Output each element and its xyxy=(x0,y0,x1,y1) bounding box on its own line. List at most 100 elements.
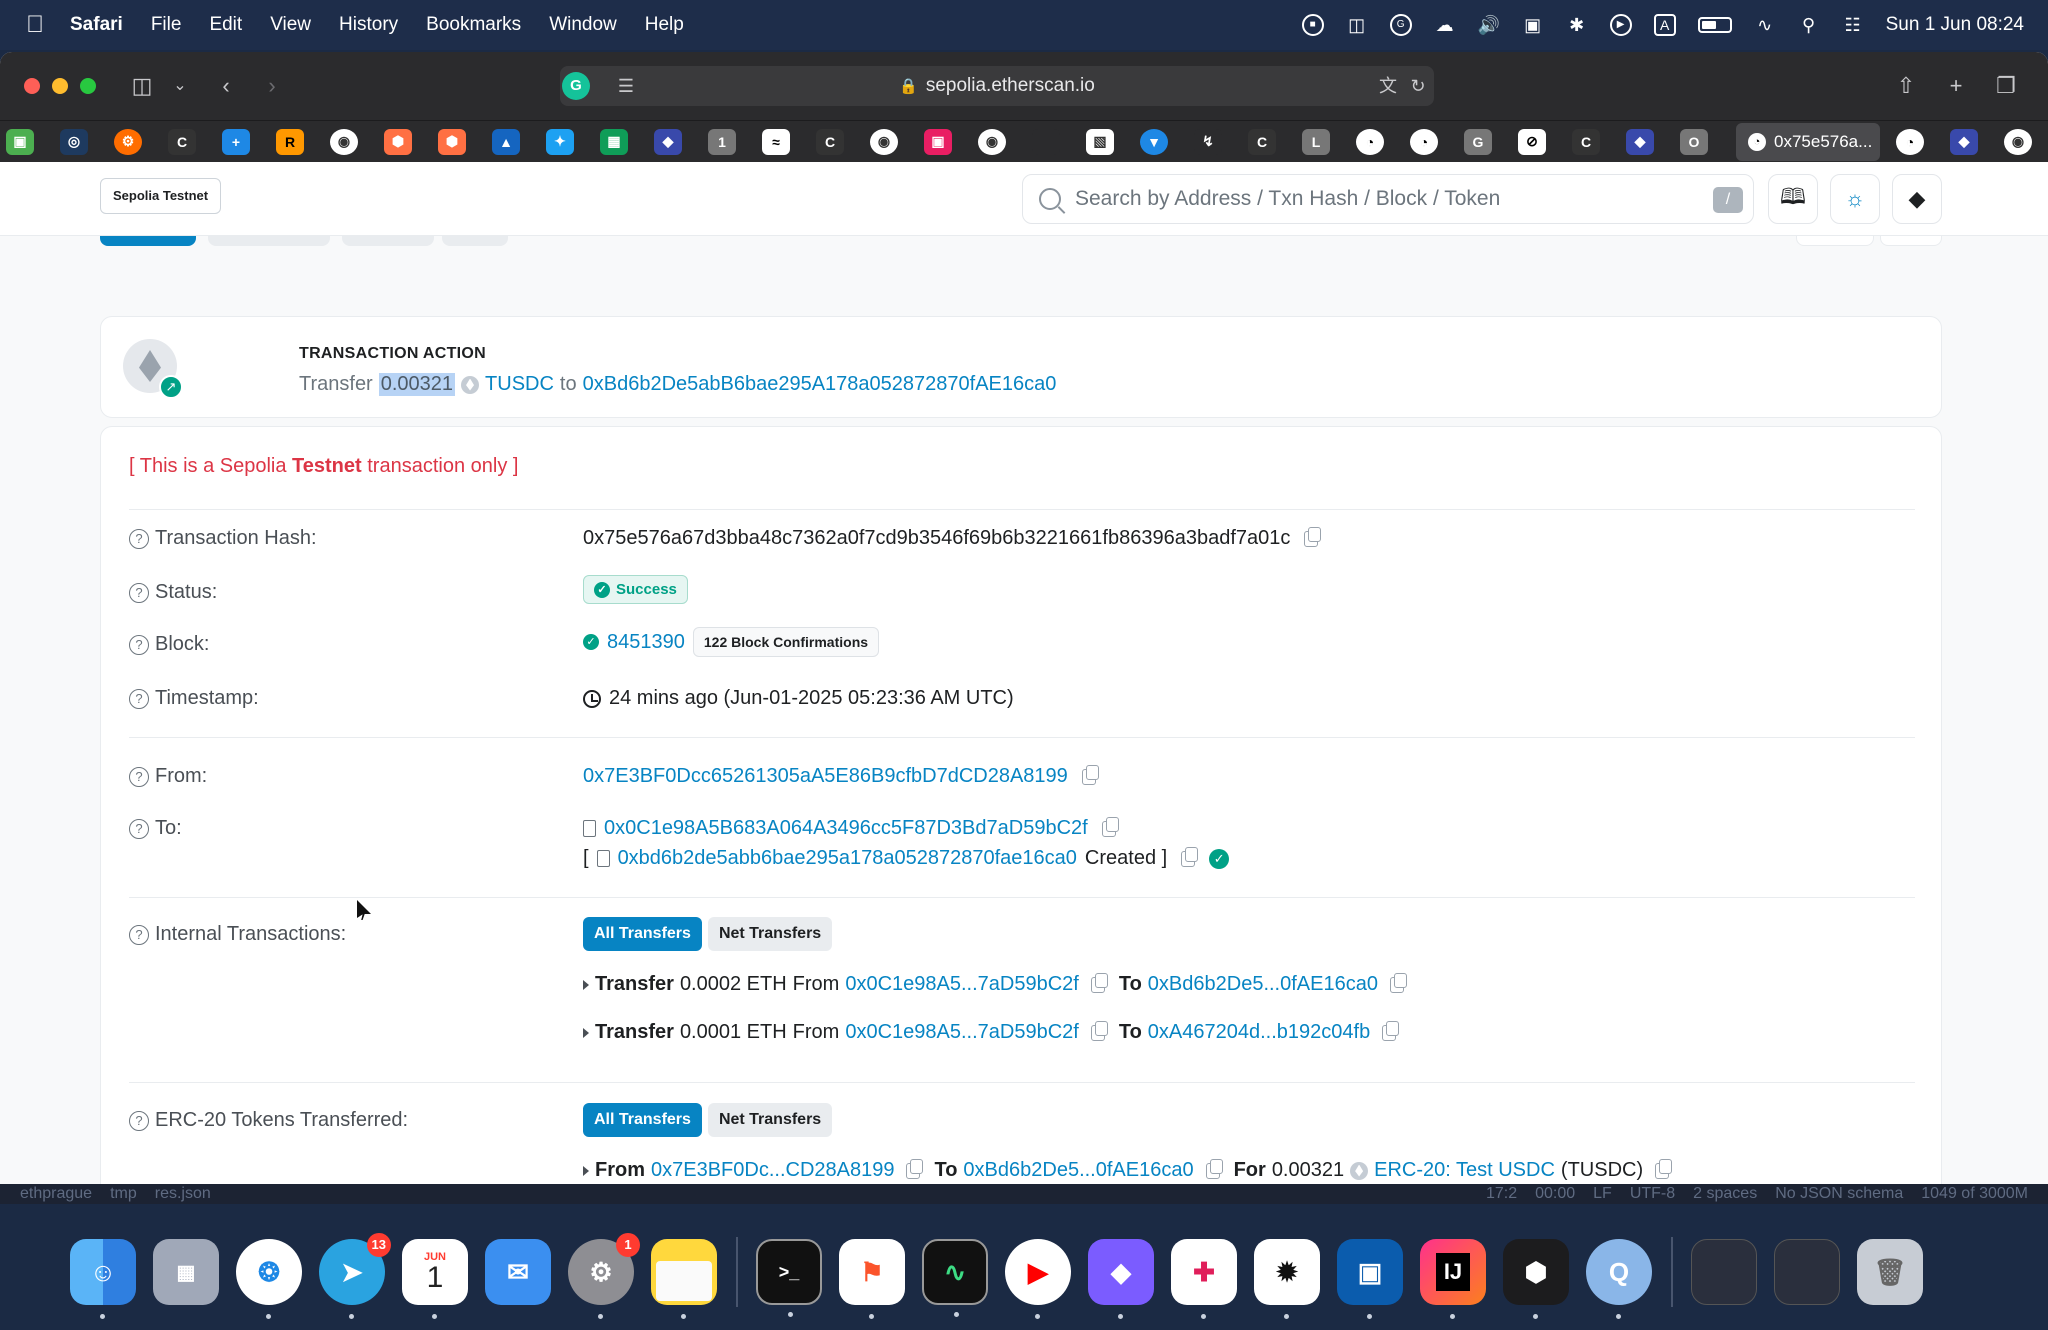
twitter-tab-icon[interactable]: ✦ xyxy=(546,128,574,155)
share-icon[interactable]: ⇧ xyxy=(1890,70,1922,102)
favorite-tab-26-icon[interactable]: ◔ xyxy=(1356,128,1384,155)
address-bar[interactable]: 🔒 sepolia.etherscan.io xyxy=(560,66,1434,106)
wifi-icon[interactable]: ∿ xyxy=(1754,14,1776,36)
favorite-tab-13-icon[interactable]: ◆ xyxy=(654,128,682,155)
car-icon[interactable]: ▣ xyxy=(1522,14,1544,36)
favorite-tab-21-icon[interactable]: ▧ xyxy=(1086,128,1114,155)
favorite-tab-18-icon[interactable]: ▣ xyxy=(924,128,952,155)
menu-edit[interactable]: Edit xyxy=(209,14,242,36)
notes-icon[interactable] xyxy=(651,1239,717,1319)
overview-tab[interactable] xyxy=(100,236,196,246)
grammarly-extension-icon[interactable]: G xyxy=(562,72,590,100)
to-address-link[interactable]: 0x0C1e98A5B683A064A3496cc5F87D3Bd7aD59bC… xyxy=(604,817,1088,840)
favorite-tab-14-icon[interactable]: 1 xyxy=(708,128,736,155)
internal-tx-to-link[interactable]: 0xA467204d...b192c04fb xyxy=(1148,1021,1370,1044)
sheets-tab-icon[interactable]: ▦ xyxy=(600,128,628,155)
erc20-all-transfers-button[interactable]: All Transfers xyxy=(583,1103,702,1137)
favorite-tab-1-icon[interactable]: ▣ xyxy=(6,128,34,155)
theme-toggle-button[interactable]: ☼ xyxy=(1830,174,1880,224)
zoom-window-button[interactable] xyxy=(80,78,96,94)
favorite-tab-9-icon[interactable]: ⬢ xyxy=(438,128,466,155)
menubar-clock[interactable]: Sun 1 Jun 08:24 xyxy=(1886,14,2024,36)
from-address-link[interactable]: 0x7E3BF0Dcc65261305aA5E86B9cfbD7dCD28A81… xyxy=(583,765,1068,788)
input-source-icon[interactable]: A xyxy=(1653,14,1676,36)
volume-icon[interactable]: 🔊 xyxy=(1478,14,1500,36)
brave-browser-icon[interactable]: ⚑ xyxy=(839,1239,905,1319)
safari-icon[interactable]: ❂ xyxy=(236,1239,302,1319)
copy-icon[interactable] xyxy=(1655,1158,1673,1179)
launchpad-icon[interactable]: ▦ xyxy=(153,1239,219,1305)
copy-icon[interactable] xyxy=(1101,816,1119,837)
quicktime-icon[interactable]: Q xyxy=(1586,1239,1652,1319)
favorite-tab-22-icon[interactable]: ▼ xyxy=(1140,128,1168,155)
intellij-icon[interactable]: IJ xyxy=(1420,1239,1486,1319)
favorite-tab-17-icon[interactable]: ◉ xyxy=(870,128,898,155)
favorite-tab-19-icon[interactable]: ◉ xyxy=(978,128,1006,155)
block-number-link[interactable]: 8451390 xyxy=(607,631,685,654)
minimize-window-button[interactable] xyxy=(52,78,68,94)
copy-icon[interactable] xyxy=(906,1158,924,1179)
help-icon[interactable]: ? xyxy=(129,766,149,787)
menu-app-name[interactable]: Safari xyxy=(70,14,123,36)
favorite-tab-7-icon[interactable]: ◉ xyxy=(330,128,358,155)
trash-icon[interactable]: 🗑 xyxy=(1857,1239,1923,1305)
help-icon[interactable]: ? xyxy=(129,582,149,603)
action-to-address-link[interactable]: 0xBd6b2De5abB6bae295A178a052872870fAE16c… xyxy=(583,373,1057,396)
internal-tx-to-link[interactable]: 0xBd6b2De5...0fAE16ca0 xyxy=(1148,973,1378,996)
finder-icon[interactable]: ☺ xyxy=(70,1239,136,1319)
internal-tx-from-link[interactable]: 0x0C1e98A5...7aD59bC2f xyxy=(845,1021,1079,1044)
sidebar-toggle-icon[interactable]: ◫ xyxy=(126,70,158,102)
battery-icon[interactable] xyxy=(1697,17,1732,33)
back-button[interactable]: ‹ xyxy=(210,70,242,102)
screen-mirror-icon[interactable]: ◫ xyxy=(1346,14,1368,36)
options-tab[interactable] xyxy=(1880,236,1942,246)
favorite-tab-4-icon[interactable]: C xyxy=(168,128,196,155)
favorite-tab-6-icon[interactable]: R xyxy=(276,128,304,155)
grammarly-status-icon[interactable]: G xyxy=(1389,14,1412,36)
created-contract-link[interactable]: 0xbd6b2de5abb6bae295a178a052872870fae16c… xyxy=(618,847,1077,870)
menu-file[interactable]: File xyxy=(151,14,182,36)
copy-icon[interactable] xyxy=(1382,1020,1400,1041)
favorite-tab-27-icon[interactable]: ◔ xyxy=(1410,128,1438,155)
favorite-tab-5-icon[interactable]: + xyxy=(222,128,250,155)
search-input[interactable]: Search by Address / Txn Hash / Block / T… xyxy=(1022,174,1754,224)
menu-view[interactable]: View xyxy=(270,14,311,36)
network-switch-button[interactable]: ◆ xyxy=(1892,174,1942,224)
erc20-token-link[interactable]: ERC-20: Test USDC xyxy=(1374,1159,1555,1182)
favorite-tab-8-icon[interactable]: ⬢ xyxy=(384,128,412,155)
favorite-tab-16-icon[interactable]: C xyxy=(816,128,844,155)
copy-icon[interactable] xyxy=(1389,972,1407,993)
favorite-tab-33-icon[interactable]: ◔ xyxy=(1896,128,1924,155)
favorite-tab-20-icon[interactable] xyxy=(1032,128,1060,155)
action-token-link[interactable]: TUSDC xyxy=(485,373,554,396)
slack-icon[interactable]: ✚ xyxy=(1171,1239,1237,1319)
apple-menu-icon[interactable]:  xyxy=(0,11,70,39)
activity-monitor-icon[interactable]: ∿ xyxy=(922,1239,988,1317)
mail-icon[interactable]: ✉ xyxy=(485,1239,551,1305)
tab-overview-icon[interactable]: ❐ xyxy=(1990,70,2022,102)
favorite-tab-3-icon[interactable]: ⚙ xyxy=(114,128,142,155)
help-icon[interactable]: ? xyxy=(129,818,149,839)
menu-help[interactable]: Help xyxy=(645,14,684,36)
telegram-icon[interactable]: ➤ 13 xyxy=(319,1233,391,1319)
favorite-tab-35-icon[interactable]: ◉ xyxy=(2004,128,2032,155)
erc20-net-transfers-button[interactable]: Net Transfers xyxy=(707,1103,833,1137)
favorite-tab-34-icon[interactable]: ◆ xyxy=(1950,128,1978,155)
linear-icon[interactable]: ◆ xyxy=(1088,1239,1154,1319)
favorite-tab-2-icon[interactable]: ◎ xyxy=(60,128,88,155)
all-transfers-button[interactable]: All Transfers xyxy=(583,917,702,951)
minimized-window-2-icon[interactable] xyxy=(1774,1239,1840,1305)
favorite-tab-10-icon[interactable]: ▲ xyxy=(492,128,520,155)
erc20-to-link[interactable]: 0xBd6b2De5...0fAE16ca0 xyxy=(963,1159,1193,1182)
record-icon[interactable]: ■ xyxy=(1301,14,1324,36)
youtube-icon[interactable]: ▶ xyxy=(1005,1239,1071,1319)
internal-tx-from-link[interactable]: 0x0C1e98A5...7aD59bC2f xyxy=(845,973,1079,996)
copy-icon[interactable] xyxy=(1090,1020,1108,1041)
reader-mode-button[interactable]: 🕮 xyxy=(1768,174,1818,224)
page-menu-icon[interactable]: ☰ xyxy=(610,70,642,102)
menu-history[interactable]: History xyxy=(339,14,398,36)
help-icon[interactable]: ? xyxy=(129,688,149,709)
favorite-tab-32-icon[interactable]: O xyxy=(1680,128,1708,155)
erc20-from-link[interactable]: 0x7E3BF0Dc...CD28A8199 xyxy=(651,1159,894,1182)
logs-tab[interactable] xyxy=(342,236,434,246)
